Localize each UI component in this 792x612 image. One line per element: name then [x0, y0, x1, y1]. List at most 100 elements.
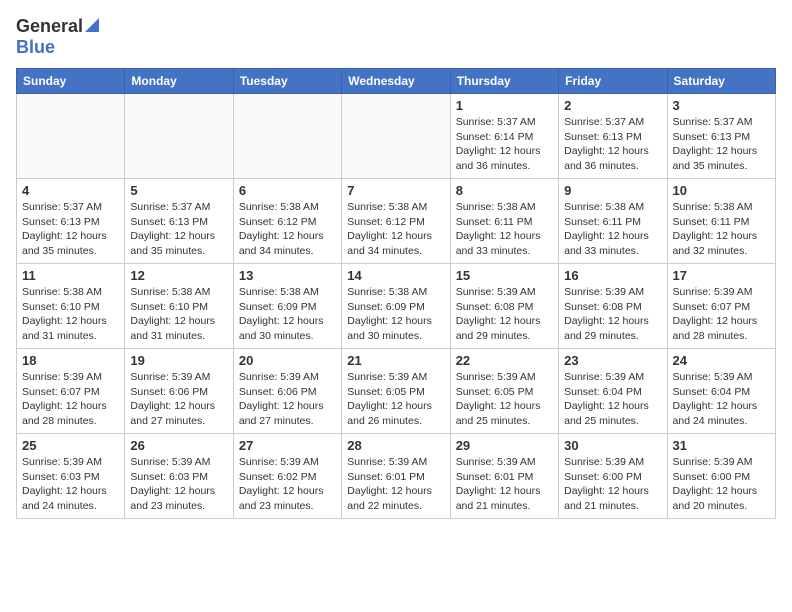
day-cell-8: 8 Sunrise: 5:38 AM Sunset: 6:11 PM Daylig…: [450, 179, 558, 264]
logo-arrow: [85, 18, 99, 37]
day-number: 3: [673, 98, 770, 113]
day-cell-26: 26 Sunrise: 5:39 AM Sunset: 6:03 PM Dayli…: [125, 434, 233, 519]
calendar-table: SundayMondayTuesdayWednesdayThursdayFrid…: [16, 68, 776, 519]
col-header-tuesday: Tuesday: [233, 69, 341, 94]
day-cell-14: 14Sunrise: 5:38 AM Sunset: 6:09 PM Dayli…: [342, 264, 450, 349]
day-info: Sunrise: 5:38 AM Sunset: 6:11 PM Dayligh…: [564, 200, 661, 259]
week-row-5: 25 Sunrise: 5:39 AM Sunset: 6:03 PM Dayli…: [17, 434, 776, 519]
day-number: 17: [673, 268, 770, 283]
day-info: Sunrise: 5:39 AM Sunset: 6:01 PM Dayligh…: [347, 455, 444, 514]
day-cell-16: 16Sunrise: 5:39 AM Sunset: 6:08 PM Dayli…: [559, 264, 667, 349]
logo: General Blue: [16, 16, 99, 58]
day-number: 25: [22, 438, 119, 453]
day-number: 5: [130, 183, 227, 198]
day-info: Sunrise: 5:39 AM Sunset: 6:08 PM Dayligh…: [456, 285, 553, 344]
day-cell-19: 19 Sunrise: 5:39 AM Sunset: 6:06 PM Dayli…: [125, 349, 233, 434]
day-info: Sunrise: 5:38 AM Sunset: 6:12 PM Dayligh…: [239, 200, 336, 259]
day-info: Sunrise: 5:39 AM Sunset: 6:06 PM Dayligh…: [239, 370, 336, 429]
day-info: Sunrise: 5:39 AM Sunset: 6:05 PM Dayligh…: [456, 370, 553, 429]
day-info: Sunrise: 5:39 AM Sunset: 6:07 PM Dayligh…: [22, 370, 119, 429]
day-number: 22: [456, 353, 553, 368]
calendar-header-row: SundayMondayTuesdayWednesdayThursdayFrid…: [17, 69, 776, 94]
day-cell-20: 20 Sunrise: 5:39 AM Sunset: 6:06 PM Dayli…: [233, 349, 341, 434]
day-cell-28: 28 Sunrise: 5:39 AM Sunset: 6:01 PM Dayli…: [342, 434, 450, 519]
day-number: 13: [239, 268, 336, 283]
col-header-sunday: Sunday: [17, 69, 125, 94]
day-cell-18: 18Sunrise: 5:39 AM Sunset: 6:07 PM Dayli…: [17, 349, 125, 434]
day-cell-6: 6 Sunrise: 5:38 AM Sunset: 6:12 PM Daylig…: [233, 179, 341, 264]
day-info: Sunrise: 5:39 AM Sunset: 6:04 PM Dayligh…: [564, 370, 661, 429]
day-info: Sunrise: 5:39 AM Sunset: 6:03 PM Dayligh…: [130, 455, 227, 514]
day-info: Sunrise: 5:39 AM Sunset: 6:05 PM Dayligh…: [347, 370, 444, 429]
week-row-3: 11Sunrise: 5:38 AM Sunset: 6:10 PM Dayli…: [17, 264, 776, 349]
day-number: 19: [130, 353, 227, 368]
col-header-thursday: Thursday: [450, 69, 558, 94]
day-number: 12: [130, 268, 227, 283]
col-header-saturday: Saturday: [667, 69, 775, 94]
day-info: Sunrise: 5:39 AM Sunset: 6:06 PM Dayligh…: [130, 370, 227, 429]
day-number: 28: [347, 438, 444, 453]
day-info: Sunrise: 5:38 AM Sunset: 6:10 PM Dayligh…: [22, 285, 119, 344]
day-number: 9: [564, 183, 661, 198]
day-cell-10: 10 Sunrise: 5:38 AM Sunset: 6:11 PM Dayli…: [667, 179, 775, 264]
logo-blue: Blue: [16, 37, 55, 57]
day-number: 30: [564, 438, 661, 453]
day-number: 1: [456, 98, 553, 113]
day-number: 4: [22, 183, 119, 198]
page-header: General Blue: [16, 16, 776, 58]
day-cell-29: 29Sunrise: 5:39 AM Sunset: 6:01 PM Dayli…: [450, 434, 558, 519]
day-info: Sunrise: 5:38 AM Sunset: 6:11 PM Dayligh…: [673, 200, 770, 259]
day-info: Sunrise: 5:39 AM Sunset: 6:03 PM Dayligh…: [22, 455, 119, 514]
col-header-wednesday: Wednesday: [342, 69, 450, 94]
day-cell-23: 23 Sunrise: 5:39 AM Sunset: 6:04 PM Dayli…: [559, 349, 667, 434]
empty-cell: [17, 94, 125, 179]
empty-cell: [233, 94, 341, 179]
day-number: 16: [564, 268, 661, 283]
day-number: 26: [130, 438, 227, 453]
day-cell-24: 24 Sunrise: 5:39 AM Sunset: 6:04 PM Dayli…: [667, 349, 775, 434]
day-info: Sunrise: 5:39 AM Sunset: 6:07 PM Dayligh…: [673, 285, 770, 344]
day-number: 23: [564, 353, 661, 368]
day-number: 29: [456, 438, 553, 453]
day-number: 27: [239, 438, 336, 453]
day-cell-17: 17 Sunrise: 5:39 AM Sunset: 6:07 PM Dayli…: [667, 264, 775, 349]
day-info: Sunrise: 5:38 AM Sunset: 6:10 PM Dayligh…: [130, 285, 227, 344]
logo-general: General: [16, 16, 83, 37]
day-cell-12: 12 Sunrise: 5:38 AM Sunset: 6:10 PM Dayli…: [125, 264, 233, 349]
day-cell-9: 9 Sunrise: 5:38 AM Sunset: 6:11 PM Daylig…: [559, 179, 667, 264]
day-number: 10: [673, 183, 770, 198]
week-row-2: 4 Sunrise: 5:37 AM Sunset: 6:13 PM Daylig…: [17, 179, 776, 264]
day-cell-21: 21 Sunrise: 5:39 AM Sunset: 6:05 PM Dayli…: [342, 349, 450, 434]
day-cell-15: 15 Sunrise: 5:39 AM Sunset: 6:08 PM Dayli…: [450, 264, 558, 349]
day-info: Sunrise: 5:37 AM Sunset: 6:13 PM Dayligh…: [130, 200, 227, 259]
day-cell-25: 25 Sunrise: 5:39 AM Sunset: 6:03 PM Dayli…: [17, 434, 125, 519]
day-cell-31: 31 Sunrise: 5:39 AM Sunset: 6:00 PM Dayli…: [667, 434, 775, 519]
day-info: Sunrise: 5:38 AM Sunset: 6:11 PM Dayligh…: [456, 200, 553, 259]
day-info: Sunrise: 5:37 AM Sunset: 6:13 PM Dayligh…: [564, 115, 661, 174]
day-number: 24: [673, 353, 770, 368]
day-number: 8: [456, 183, 553, 198]
empty-cell: [342, 94, 450, 179]
day-number: 7: [347, 183, 444, 198]
day-number: 15: [456, 268, 553, 283]
day-cell-7: 7Sunrise: 5:38 AM Sunset: 6:12 PM Daylig…: [342, 179, 450, 264]
week-row-1: 1 Sunrise: 5:37 AM Sunset: 6:14 PM Daylig…: [17, 94, 776, 179]
day-info: Sunrise: 5:38 AM Sunset: 6:09 PM Dayligh…: [347, 285, 444, 344]
day-number: 20: [239, 353, 336, 368]
day-number: 6: [239, 183, 336, 198]
day-number: 31: [673, 438, 770, 453]
day-cell-1: 1 Sunrise: 5:37 AM Sunset: 6:14 PM Daylig…: [450, 94, 558, 179]
day-cell-2: 2Sunrise: 5:37 AM Sunset: 6:13 PM Daylig…: [559, 94, 667, 179]
day-cell-5: 5 Sunrise: 5:37 AM Sunset: 6:13 PM Daylig…: [125, 179, 233, 264]
day-cell-22: 22 Sunrise: 5:39 AM Sunset: 6:05 PM Dayli…: [450, 349, 558, 434]
day-info: Sunrise: 5:39 AM Sunset: 6:04 PM Dayligh…: [673, 370, 770, 429]
day-info: Sunrise: 5:39 AM Sunset: 6:02 PM Dayligh…: [239, 455, 336, 514]
day-number: 21: [347, 353, 444, 368]
day-cell-3: 3Sunrise: 5:37 AM Sunset: 6:13 PM Daylig…: [667, 94, 775, 179]
day-cell-27: 27 Sunrise: 5:39 AM Sunset: 6:02 PM Dayli…: [233, 434, 341, 519]
day-cell-30: 30Sunrise: 5:39 AM Sunset: 6:00 PM Dayli…: [559, 434, 667, 519]
day-info: Sunrise: 5:39 AM Sunset: 6:00 PM Dayligh…: [673, 455, 770, 514]
week-row-4: 18Sunrise: 5:39 AM Sunset: 6:07 PM Dayli…: [17, 349, 776, 434]
day-info: Sunrise: 5:37 AM Sunset: 6:14 PM Dayligh…: [456, 115, 553, 174]
day-info: Sunrise: 5:37 AM Sunset: 6:13 PM Dayligh…: [22, 200, 119, 259]
